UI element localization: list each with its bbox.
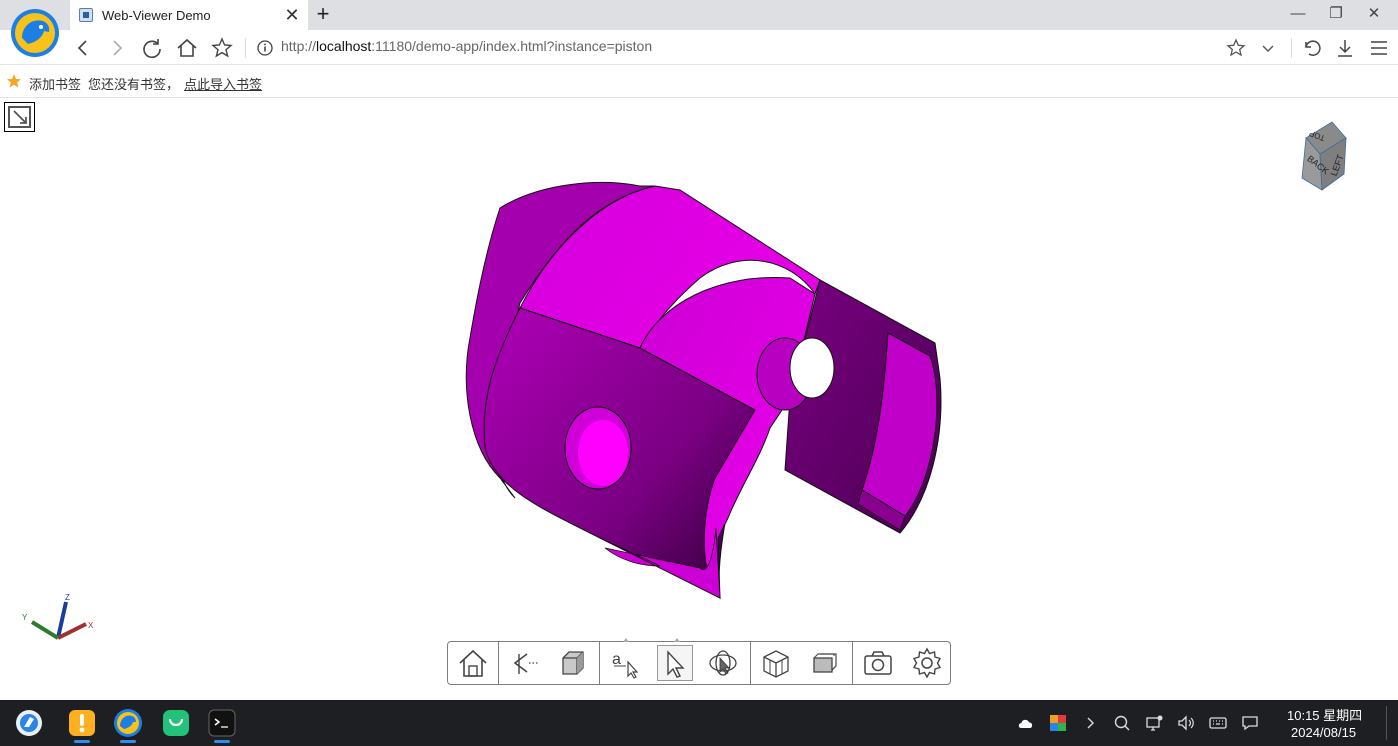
bookmark-bar: 添加书签 您还没有书签， 点此导入书签 (0, 65, 1398, 98)
camera-view-icon (513, 653, 539, 674)
app-tray-icon[interactable] (1049, 714, 1067, 732)
chevron-down-icon[interactable] (1255, 35, 1281, 61)
undo-icon[interactable] (1298, 35, 1324, 61)
reload-icon[interactable] (139, 35, 165, 61)
bookmark-star-filled-icon (7, 74, 21, 88)
url-scheme: http:// (281, 38, 317, 54)
add-bookmark-label[interactable]: 添加书签 (29, 74, 81, 93)
select-tool[interactable] (657, 645, 693, 681)
shaded-box-icon (562, 651, 584, 675)
running-indicator (214, 740, 230, 743)
network-icon[interactable] (1145, 714, 1163, 732)
star-icon[interactable] (1223, 35, 1249, 61)
axis-triad: Z X Y (22, 593, 94, 640)
markup-tool[interactable]: a (600, 642, 650, 684)
model-tree-icon (763, 650, 789, 678)
volume-icon[interactable] (1177, 714, 1195, 732)
forward-icon[interactable] (104, 35, 130, 61)
browser-tab[interactable]: Web-Viewer Demo ✕ (70, 0, 308, 30)
taskbar: 10:15 星期四 2024/08/15 (0, 700, 1398, 746)
views-tool[interactable] (800, 642, 850, 684)
url-host: localhost (316, 38, 372, 54)
menu-icon[interactable] (1366, 35, 1392, 61)
select-arrow-icon (667, 650, 685, 678)
close-window-button[interactable]: ✕ (1356, 2, 1392, 26)
browser-icon[interactable] (114, 709, 142, 737)
snapshot-tool[interactable] (853, 642, 903, 684)
close-tab-icon[interactable]: ✕ (282, 5, 302, 25)
address-bar[interactable]: http://localhost:11180/demo-app/index.ht… (281, 38, 652, 54)
nav-divider (1291, 38, 1292, 58)
svg-text:a: a (612, 651, 621, 668)
show-desktop-button[interactable] (1386, 706, 1387, 740)
axis-z-label: Z (65, 593, 70, 602)
running-indicator (120, 740, 136, 743)
clock-date[interactable]: 2024/08/15 (1291, 725, 1356, 740)
back-icon[interactable] (70, 35, 96, 61)
settings-tool[interactable] (902, 642, 952, 684)
favicon-icon (79, 8, 93, 22)
markup-text-icon: a (612, 651, 639, 679)
import-bookmarks-link[interactable]: 点此导入书签 (184, 74, 262, 93)
cloud-icon[interactable] (1017, 714, 1035, 732)
clock-time[interactable]: 10:15 星期四 (1287, 705, 1362, 724)
piston-model[interactable] (0, 98, 1398, 700)
home-tool[interactable] (448, 642, 498, 684)
running-indicator (74, 740, 90, 743)
app-store-icon[interactable] (162, 709, 190, 737)
orbit-icon (709, 650, 737, 676)
browser-logo-icon[interactable] (10, 8, 60, 58)
launcher-icon[interactable] (15, 709, 43, 737)
axis-y-label: Y (22, 613, 28, 622)
camera-icon (864, 651, 892, 675)
restore-button[interactable]: ❐ (1318, 2, 1354, 26)
tab-bar: Web-Viewer Demo ✕ + — ❐ ✕ (0, 0, 1398, 30)
axis-x-label: X (88, 621, 94, 630)
home-icon (459, 649, 487, 677)
search-icon[interactable] (1113, 714, 1131, 732)
orbit-tool[interactable] (698, 642, 748, 684)
chevron-right-icon[interactable] (1081, 714, 1099, 732)
navigation-bar: http://localhost:11180/demo-app/index.ht… (0, 30, 1398, 65)
keyboard-icon[interactable] (1209, 714, 1227, 732)
new-tab-button[interactable]: + (312, 3, 334, 27)
bookmark-star-icon[interactable] (209, 35, 235, 61)
panel-toggle-button[interactable] (4, 102, 35, 132)
tab-title: Web-Viewer Demo (102, 7, 211, 23)
viewer-toolbar: a (447, 638, 952, 685)
shaded-box-tool[interactable] (547, 642, 597, 684)
url-path: :11180/demo-app/index.html?instance=pist… (371, 38, 653, 54)
terminal-icon[interactable] (208, 709, 236, 737)
info-icon[interactable] (256, 39, 274, 57)
gear-icon (912, 647, 942, 679)
notification-icon[interactable] (1241, 714, 1259, 732)
views-icon (813, 653, 837, 673)
minimize-button[interactable]: — (1280, 2, 1316, 26)
navigation-cube[interactable]: TOP BACK LEFT (1298, 120, 1350, 196)
model-tree-tool[interactable] (751, 642, 801, 684)
download-icon[interactable] (1332, 35, 1358, 61)
viewer-canvas[interactable]: TOP BACK LEFT Z X Y a (0, 98, 1398, 700)
home-icon[interactable] (174, 35, 200, 61)
url-divider (245, 38, 246, 58)
camera-view-tool[interactable] (499, 642, 549, 684)
file-manager-icon[interactable] (68, 709, 96, 737)
no-bookmarks-text: 您还没有书签， (88, 77, 180, 92)
